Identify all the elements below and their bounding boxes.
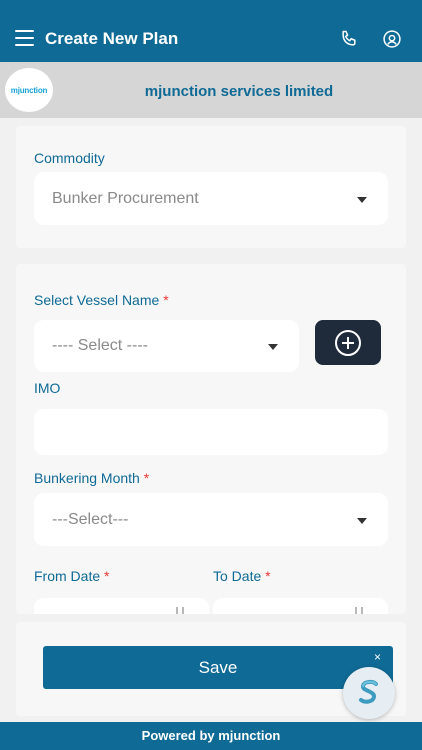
phone-icon[interactable]: [339, 29, 359, 49]
page-title: Create New Plan: [45, 29, 179, 48]
save-button[interactable]: Save: [43, 646, 393, 689]
commodity-value: Bunker Procurement: [52, 189, 199, 207]
commodity-label: Commodity: [34, 150, 105, 166]
add-vessel-button[interactable]: [315, 320, 381, 365]
vessel-label-text: Select Vessel Name: [34, 292, 160, 308]
chevron-down-icon: [357, 517, 367, 524]
from-date-input[interactable]: [34, 598, 209, 614]
chat-assistant-icon[interactable]: [343, 667, 395, 719]
from-date-label: From Date *: [34, 568, 109, 584]
company-name: mjunction services limited: [144, 83, 334, 100]
bunkering-month-value: ---Select---: [52, 510, 129, 528]
profile-icon[interactable]: [382, 29, 402, 49]
calendar-icon: [355, 607, 363, 614]
imo-label: IMO: [34, 380, 61, 396]
from-date-label-text: From Date: [34, 568, 101, 584]
required-marker: *: [104, 568, 110, 584]
vessel-value: ---- Select ----: [52, 337, 148, 354]
required-marker: *: [143, 470, 150, 486]
calendar-icon: [176, 607, 184, 614]
imo-input[interactable]: [34, 409, 388, 455]
required-marker: *: [163, 292, 169, 308]
hamburger-menu-icon[interactable]: [15, 30, 34, 46]
chevron-down-icon: [357, 196, 367, 203]
footer-powered-by: Powered by mjunction: [0, 722, 422, 750]
vessel-select[interactable]: ---- Select ----: [34, 320, 299, 372]
plus-circle-icon: [335, 329, 361, 356]
bunkering-month-label-text: Bunkering Month: [34, 470, 140, 486]
bunkering-month-label: Bunkering Month *: [34, 470, 149, 486]
chevron-down-icon: [268, 344, 278, 350]
to-date-label-text: To Date: [213, 568, 262, 584]
to-date-input[interactable]: [213, 598, 388, 614]
required-marker: *: [265, 568, 271, 584]
to-date-label: To Date *: [213, 568, 271, 584]
vessel-label: Select Vessel Name *: [34, 292, 169, 308]
bunkering-month-select[interactable]: ---Select---: [34, 493, 388, 546]
assistant-logo-icon: [359, 679, 378, 704]
close-icon[interactable]: ×: [374, 650, 381, 664]
commodity-select[interactable]: Bunker Procurement: [34, 172, 388, 225]
